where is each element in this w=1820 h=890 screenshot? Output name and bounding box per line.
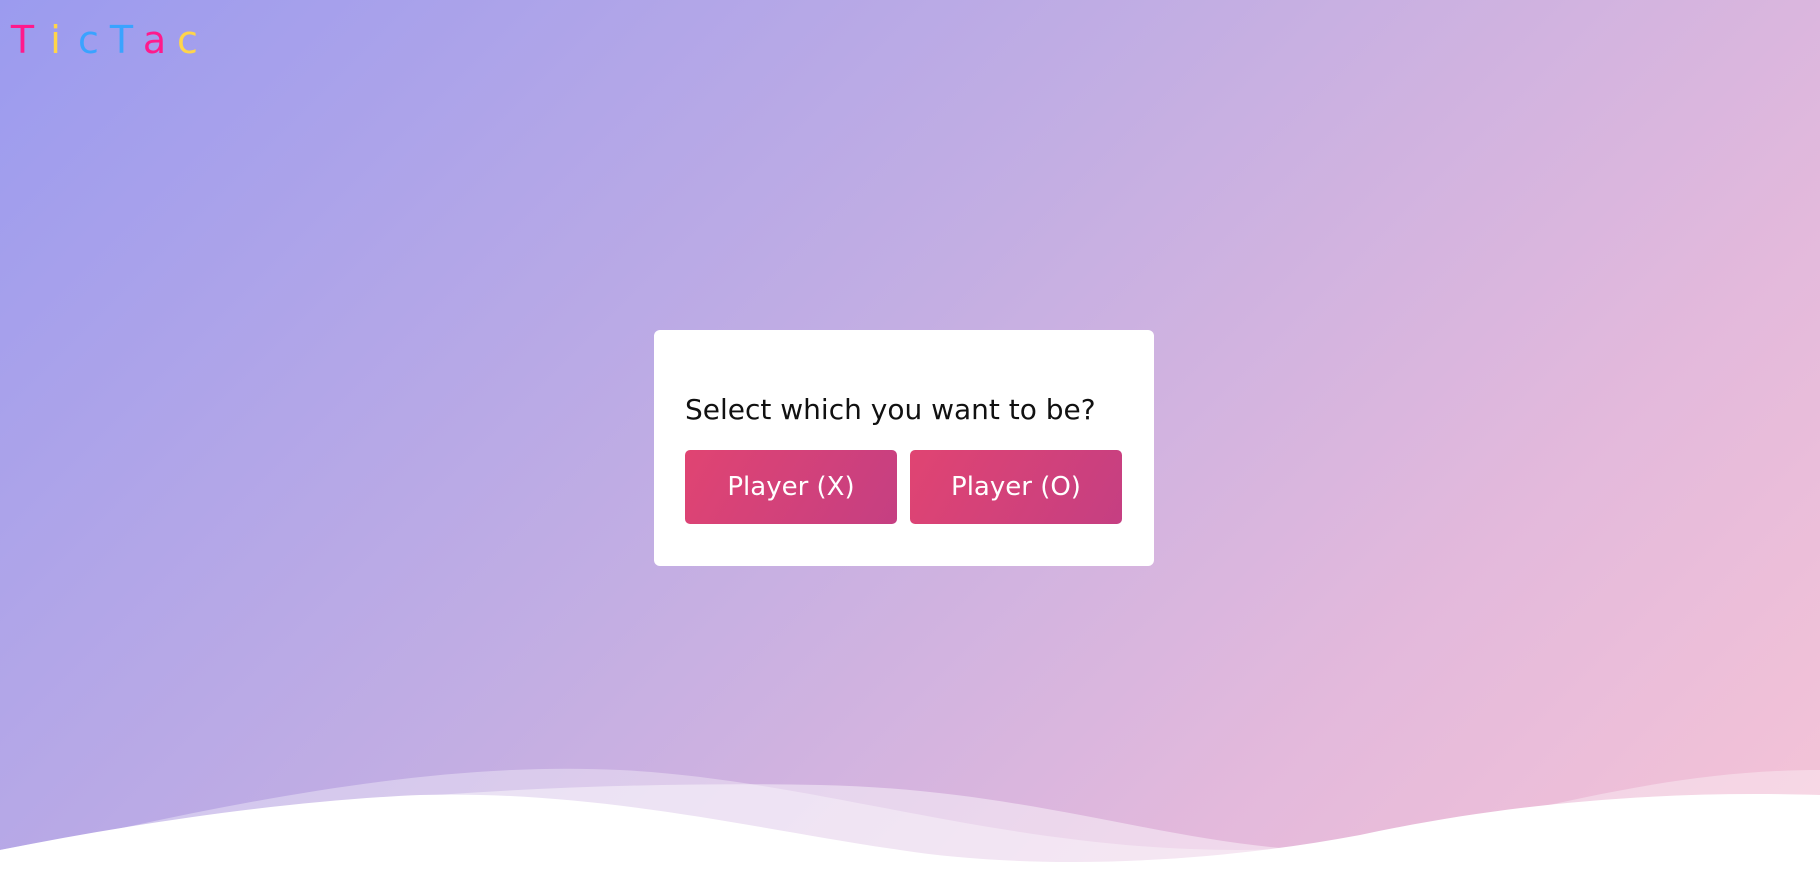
logo-letter-c2: c [177,18,198,62]
logo-letter-a: a [142,18,167,62]
logo-letter-t1: T [10,18,35,62]
select-player-dialog: Select which you want to be? Player (X) … [654,330,1154,566]
player-o-button[interactable]: Player (O) [910,450,1122,524]
select-title: Select which you want to be? [685,393,1096,426]
logo-letter-i: i [50,18,61,62]
player-options: Player (X) Player (O) [685,450,1123,524]
wave-decoration [0,768,1820,890]
logo: T i c T a c [6,18,204,62]
logo-letter-t2: T [109,18,134,62]
player-x-button[interactable]: Player (X) [685,450,897,524]
logo-letter-c1: c [78,18,99,62]
